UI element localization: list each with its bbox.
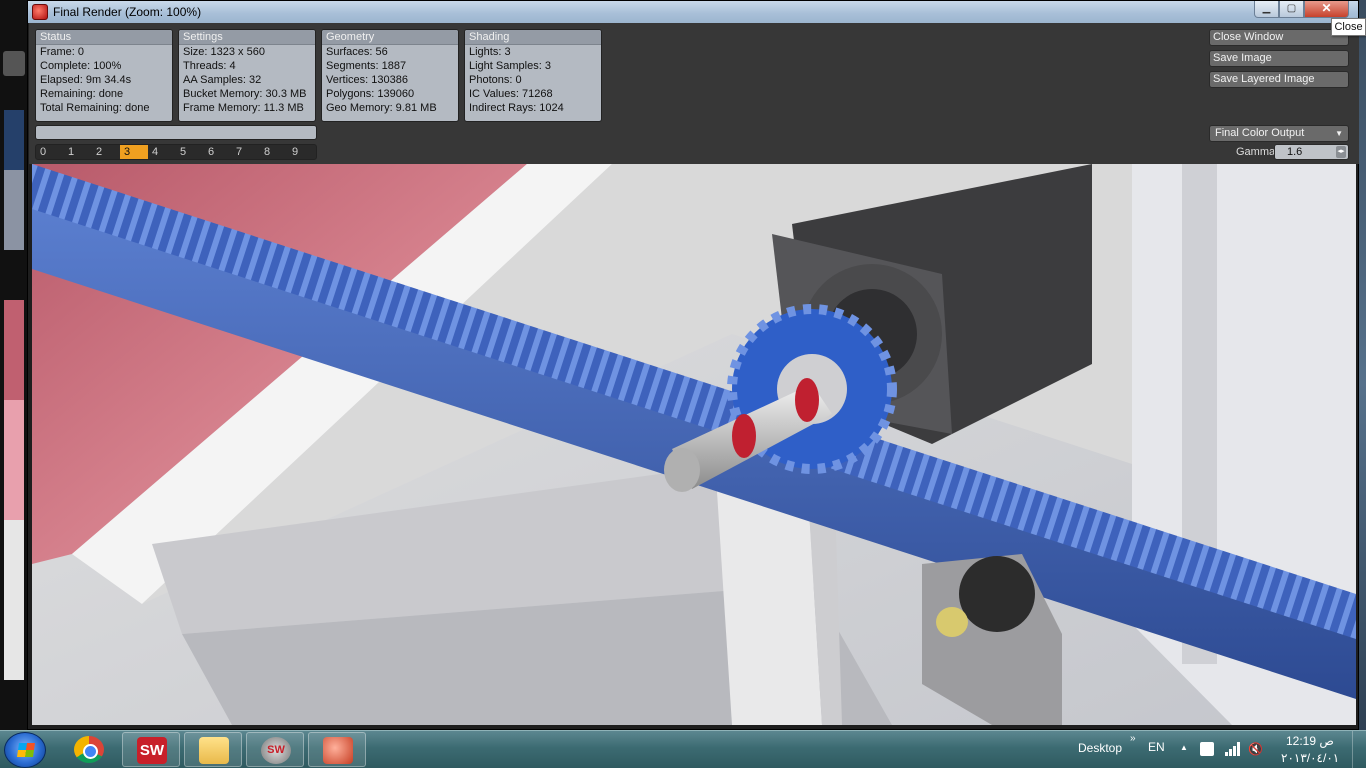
solidworks-render-icon: SW	[261, 737, 291, 764]
maximize-icon: ▢	[1286, 3, 1297, 14]
status-elapsed: Elapsed: 9m 34.4s	[40, 74, 132, 86]
minimize-icon: ▁	[1262, 3, 1271, 14]
save-image-button[interactable]: Save Image	[1209, 50, 1349, 67]
action-center-icon[interactable]	[1200, 742, 1214, 756]
geometry-surfaces: Surfaces: 56	[326, 46, 388, 58]
volume-muted-icon[interactable]: 🔇	[1248, 742, 1263, 756]
chevron-right-icon[interactable]: »	[1130, 733, 1136, 744]
frame-selector: 0123456789	[35, 144, 317, 160]
gamma-label: Gamma	[1236, 146, 1276, 158]
rendered-image	[32, 164, 1356, 725]
render-progress-bar	[35, 125, 317, 140]
close-window-button[interactable]: Close Window	[1209, 29, 1349, 46]
taskbar-app-solidworks-render[interactable]: SW	[246, 732, 304, 767]
settings-threads: Threads: 4	[183, 60, 236, 72]
output-select[interactable]: Final Color Output ▼	[1209, 125, 1349, 142]
render-control-panel: Status Frame: 0 Complete: 100% Elapsed: …	[3, 23, 1359, 164]
title-bar[interactable]: Final Render (Zoom: 100%) ▁ ▢ ✕	[28, 1, 1358, 23]
close-button[interactable]: ✕	[1304, 1, 1349, 18]
start-button[interactable]	[4, 732, 46, 768]
status-frame: Frame: 0	[40, 46, 85, 58]
save-layered-image-button[interactable]: Save Layered Image	[1209, 71, 1349, 88]
explorer-icon	[199, 737, 229, 764]
shading-indirect-rays: Indirect Rays: 1024	[469, 102, 564, 114]
language-indicator[interactable]: EN	[1148, 740, 1165, 754]
windows-logo-icon	[17, 743, 35, 757]
close-tooltip: Close	[1331, 18, 1366, 36]
settings-box: Settings Size: 1323 x 560 Threads: 4 AA …	[178, 29, 316, 122]
status-complete: Complete: 100%	[40, 60, 122, 72]
settings-frame-memory: Frame Memory: 11.3 MB	[183, 102, 304, 114]
desktop-toolbar-label[interactable]: Desktop	[1078, 741, 1122, 755]
close-icon: ✕	[1321, 1, 1332, 15]
shading-lights: Lights: 3	[469, 46, 511, 58]
status-header: Status	[36, 30, 172, 45]
shading-header: Shading	[465, 30, 601, 45]
shading-light-samples: Light Samples: 3	[469, 60, 551, 72]
frame-button[interactable]: 6	[204, 145, 232, 159]
solidworks-icon: SW	[137, 737, 167, 764]
frame-button[interactable]: 3	[120, 145, 148, 159]
render-app-icon[interactable]	[32, 4, 48, 20]
network-icon[interactable]	[1225, 742, 1240, 756]
frame-button[interactable]: 8	[260, 145, 288, 159]
minimize-button[interactable]: ▁	[1254, 1, 1279, 18]
pause-strip[interactable]	[3, 51, 25, 76]
shading-box: Shading Lights: 3 Light Samples: 3 Photo…	[464, 29, 602, 122]
taskbar-app-chrome[interactable]	[60, 732, 118, 767]
status-remaining: Remaining: done	[40, 88, 124, 100]
clock-time[interactable]: 12:19 ص	[1286, 734, 1334, 748]
show-desktop-button[interactable]	[1352, 731, 1366, 768]
status-total-remaining: Total Remaining: done	[40, 102, 150, 114]
geometry-geo-memory: Geo Memory: 9.81 MB	[326, 102, 437, 114]
spinner-icon[interactable]: ◂▸	[1336, 146, 1346, 158]
frame-button[interactable]: 2	[92, 145, 120, 159]
gamma-input[interactable]: 1.6 ◂▸	[1274, 144, 1349, 160]
frame-button[interactable]: 5	[176, 145, 204, 159]
background-window-strip	[0, 0, 28, 730]
shading-ic-values: IC Values: 71268	[469, 88, 553, 100]
window-title: Final Render (Zoom: 100%)	[53, 5, 202, 19]
render-window-icon	[323, 737, 353, 764]
settings-size: Size: 1323 x 560	[183, 46, 265, 58]
frame-button[interactable]: 1	[64, 145, 92, 159]
taskbar-app-explorer[interactable]	[184, 732, 242, 767]
geometry-header: Geometry	[322, 30, 458, 45]
taskbar-app-solidworks[interactable]: SW	[122, 732, 180, 767]
geometry-segments: Segments: 1887	[326, 60, 407, 72]
settings-bucket-memory: Bucket Memory: 30.3 MB	[183, 88, 307, 100]
frame-button[interactable]: 0	[36, 145, 64, 159]
show-hidden-icons-icon[interactable]: ▲	[1180, 743, 1188, 752]
gamma-value: 1.6	[1287, 146, 1303, 158]
chevron-down-icon: ▼	[1335, 129, 1343, 138]
frame-button[interactable]: 9	[288, 145, 316, 159]
geometry-box: Geometry Surfaces: 56 Segments: 1887 Ver…	[321, 29, 459, 122]
chrome-icon	[74, 736, 104, 763]
geometry-polygons: Polygons: 139060	[326, 88, 415, 100]
frame-button[interactable]: 7	[232, 145, 260, 159]
frame-button[interactable]: 4	[148, 145, 176, 159]
output-select-value: Final Color Output	[1215, 127, 1305, 139]
status-box: Status Frame: 0 Complete: 100% Elapsed: …	[35, 29, 173, 122]
clock-date[interactable]: ٢٠١٣/٠٤/٠١	[1281, 751, 1339, 765]
geometry-vertices: Vertices: 130386	[326, 74, 408, 86]
taskbar: SW SW Desktop » EN ▲ 🔇 12:19 ص ٢٠١٣/٠٤/٠…	[0, 730, 1366, 768]
taskbar-app-render-window[interactable]	[308, 732, 366, 767]
final-render-window: Final Render (Zoom: 100%) ▁ ▢ ✕ Status F…	[3, 0, 1359, 730]
settings-aa-samples: AA Samples: 32	[183, 74, 262, 86]
maximize-button[interactable]: ▢	[1279, 1, 1304, 18]
settings-header: Settings	[179, 30, 315, 45]
render-viewport[interactable]	[32, 164, 1356, 725]
shading-photons: Photons: 0	[469, 74, 522, 86]
